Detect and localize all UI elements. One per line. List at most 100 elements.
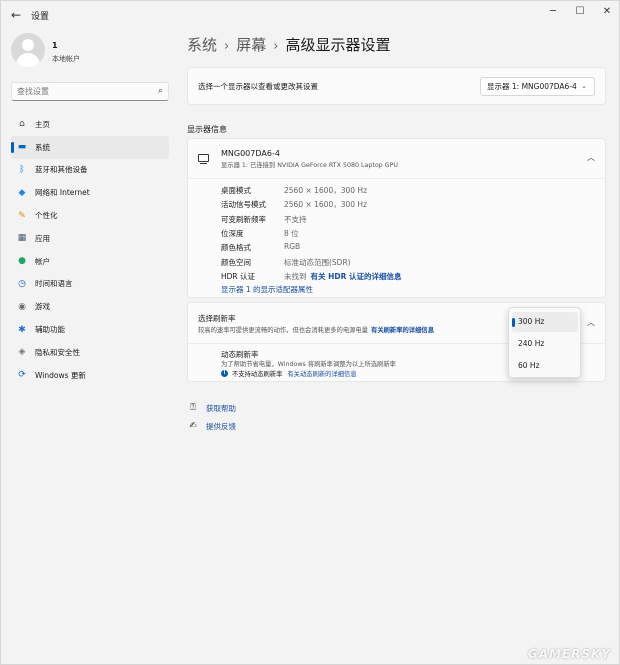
sidebar-item-label: 时间和语言 [35, 279, 73, 289]
privacy-shield-icon: ◈ [18, 347, 26, 358]
search-input[interactable] [17, 85, 147, 98]
sidebar-item-label: 应用 [35, 233, 50, 243]
sidebar-item-bluetooth[interactable]: ᛒ 蓝牙和其他设备 [11, 159, 169, 182]
sidebar-item-home[interactable]: ⌂ 主页 [11, 113, 169, 136]
info-value-text: 2560 × 1600，300 Hz [284, 200, 368, 210]
minimize-icon: ─ [549, 6, 557, 17]
feedback-link[interactable]: ✍ 提供反馈 [187, 420, 236, 432]
sidebar-item-personalization[interactable]: ✎ 个性化 [11, 204, 169, 227]
search-box[interactable]: ⌕ [11, 82, 169, 101]
sidebar-item-time-language[interactable]: ◷ 时间和语言 [11, 273, 169, 296]
sidebar-item-label: Windows 更新 [35, 370, 86, 380]
network-icon: ◆ [18, 187, 26, 198]
sidebar-nav: ⌂ 主页 ▬ 系统 ᛒ 蓝牙和其他设备 ◆ 网络和 Internet ✎ 个性化 ▦ 应用 ● 帐户 ◷ 时间… [11, 113, 169, 387]
sidebar-item-accounts[interactable]: ● 帐户 [11, 250, 169, 273]
feedback-icon: ✍ [189, 421, 197, 431]
accounts-icon: ● [18, 256, 26, 267]
search-icon: ⌕ [157, 86, 163, 96]
apps-icon: ▦ [17, 233, 27, 244]
breadcrumb-system[interactable]: 系统 [187, 36, 217, 54]
bluetooth-icon: ᛒ [19, 164, 25, 175]
sidebar-item-label: 网络和 Internet [35, 188, 90, 198]
refresh-rate-option[interactable]: 300 Hz [512, 312, 578, 332]
profile-name: 1 [52, 41, 58, 50]
chevron-up-icon[interactable]: ︿ [587, 317, 595, 328]
info-value: 标准动态范围(SDR) [284, 257, 351, 268]
minimize-button[interactable]: ─ [541, 4, 565, 20]
sidebar-item-privacy-shield[interactable]: ◈ 隐私和安全性 [11, 341, 169, 364]
info-value: 8 位 [284, 228, 299, 239]
hdr-certification-link[interactable]: 有关 HDR 认证的详细信息 [311, 272, 402, 281]
info-value: 未找到 有关 HDR 认证的详细信息 [284, 271, 402, 282]
breadcrumb: 系统 › 屏幕 › 高级显示器设置 [187, 34, 390, 55]
monitor-name: MNG007DA6-4 [221, 149, 280, 158]
info-value-text: 标准动态范围(SDR) [284, 257, 351, 267]
display-info-header[interactable]: MNG007DA6-4 显示器 1: 已连接到 NVIDIA GeForce R… [188, 139, 605, 179]
refresh-rate-description-text: 较高的速率可提供更流畅的动作，但也会消耗更多的电源电量 [198, 327, 369, 334]
breadcrumb-chevron-icon: › [273, 39, 279, 54]
time-language-icon: ◷ [18, 278, 26, 289]
dynamic-refresh-info-link[interactable]: 有关动态刷新的详细信息 [287, 369, 356, 378]
sidebar-item-label: 蓝牙和其他设备 [35, 165, 88, 175]
maximize-icon: ☐ [575, 6, 585, 17]
sidebar-item-label: 帐户 [35, 256, 50, 266]
sidebar-item-gaming[interactable]: ◉ 游戏 [11, 295, 169, 318]
info-label: 颜色格式 [221, 243, 251, 253]
avatar [11, 33, 45, 67]
watermark: GAMERSKY [527, 647, 611, 661]
display-select-value: 显示器 1: MNG007DA6-4 [487, 82, 577, 91]
sidebar-item-label: 主页 [35, 119, 50, 129]
sidebar-item-label: 个性化 [35, 211, 58, 221]
refresh-rate-title: 选择刷新率 [198, 314, 236, 323]
adapter-properties-link[interactable]: 显示器 1 的显示适配器属性 [221, 284, 313, 295]
back-button[interactable]: ← [9, 8, 23, 22]
sidebar-item-label: 隐私和安全性 [35, 347, 80, 357]
help-icon: ⍰ [190, 403, 196, 413]
info-row: 颜色空间 标准动态范围(SDR) [221, 257, 601, 271]
display-info-card: MNG007DA6-4 显示器 1: 已连接到 NVIDIA GeForce R… [187, 138, 606, 298]
page-title: 高级显示器设置 [285, 36, 391, 54]
sidebar-item-apps[interactable]: ▦ 应用 [11, 227, 169, 250]
sidebar-item-accessibility[interactable]: ✱ 辅助功能 [11, 318, 169, 341]
maximize-button[interactable]: ☐ [568, 4, 592, 20]
sidebar-item-windows-update[interactable]: ⟳ Windows 更新 [11, 364, 169, 387]
monitor-icon [198, 154, 209, 165]
info-label: 位深度 [221, 228, 244, 238]
info-icon: i [221, 370, 228, 377]
refresh-rate-dropdown: 300 Hz 240 Hz 60 Hz [508, 307, 581, 378]
dynamic-refresh-status-text: 不支持动态刷新率 [232, 371, 283, 378]
refresh-rate-option[interactable]: 60 Hz [512, 356, 578, 376]
sidebar-item-label: 辅助功能 [35, 325, 65, 335]
close-button[interactable]: ✕ [595, 4, 619, 20]
info-value-text: 未找到 [284, 271, 307, 281]
chevron-up-icon[interactable]: ︿ [587, 152, 595, 163]
monitor-connection: 显示器 1: 已连接到 NVIDIA GeForce RTX 5080 Lapt… [221, 162, 398, 169]
info-value: 2560 × 1600，300 Hz [284, 199, 367, 210]
info-value: 2560 × 1600，300 Hz [284, 185, 367, 196]
info-value-text: 8 位 [284, 228, 299, 238]
info-row: HDR 认证 未找到 有关 HDR 认证的详细信息 [221, 271, 601, 285]
profile-account-type: 本地帐户 [52, 55, 80, 63]
windows-update-icon: ⟳ [18, 370, 26, 381]
personalization-icon: ✎ [18, 210, 26, 221]
refresh-rate-option[interactable]: 240 Hz [512, 334, 578, 354]
home-icon: ⌂ [19, 119, 25, 130]
breadcrumb-display[interactable]: 屏幕 [236, 36, 266, 54]
user-profile[interactable]: 1 本地帐户 [11, 33, 171, 73]
info-label: 活动信号模式 [221, 200, 266, 210]
display-selector-label: 选择一个显示器以查看或更改其设置 [198, 82, 318, 91]
info-row: 活动信号模式 2560 × 1600，300 Hz [221, 199, 601, 213]
sidebar-item-network[interactable]: ◆ 网络和 Internet [11, 181, 169, 204]
accessibility-icon: ✱ [18, 324, 26, 335]
back-arrow-icon: ← [10, 8, 22, 22]
sidebar-item-system[interactable]: ▬ 系统 [11, 135, 169, 159]
info-value-text: RGB [284, 242, 301, 252]
close-icon: ✕ [602, 6, 612, 17]
get-help-label: 获取帮助 [206, 403, 236, 413]
info-label: HDR 认证 [221, 271, 256, 281]
get-help-link[interactable]: ⍰ 获取帮助 [187, 402, 236, 414]
display-select-dropdown[interactable]: 显示器 1: MNG007DA6-4 ⌄ [480, 77, 595, 96]
refresh-rate-info-link[interactable]: 有关刷新率的详细信息 [371, 327, 434, 334]
info-row: 位深度 8 位 [221, 228, 601, 242]
section-title-display-info: 显示器信息 [187, 125, 227, 134]
